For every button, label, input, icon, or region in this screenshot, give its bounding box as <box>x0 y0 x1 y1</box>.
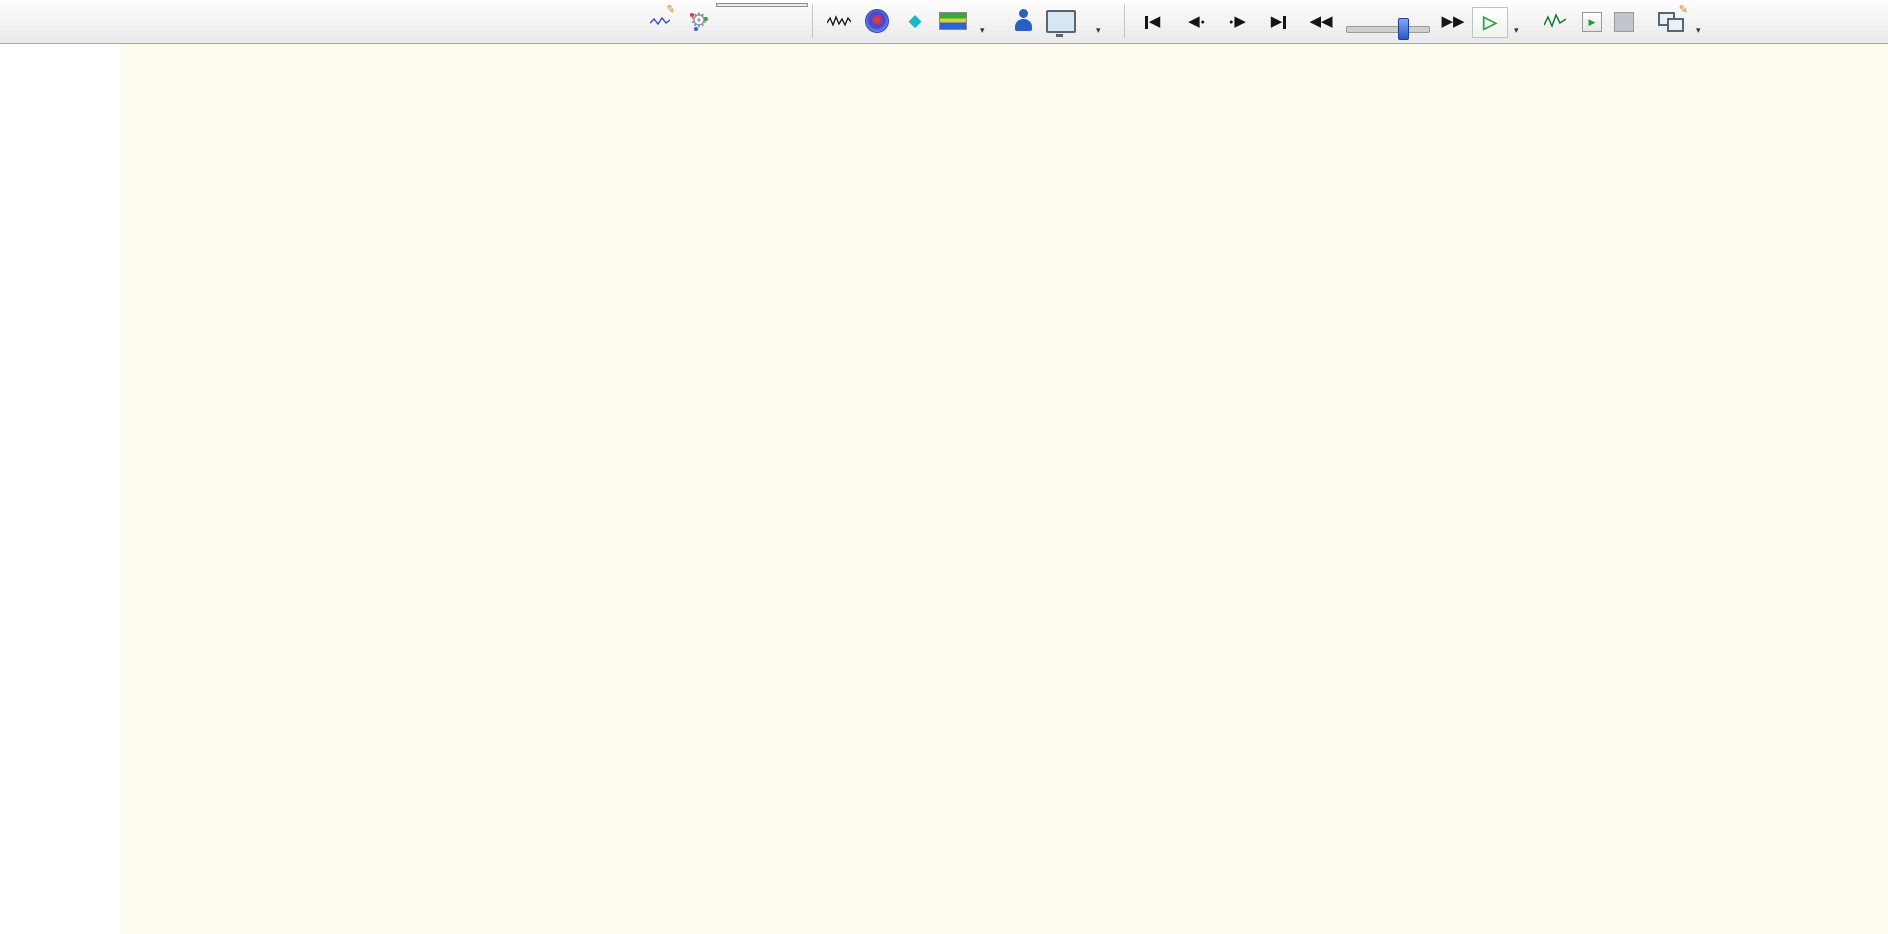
topography-map-button[interactable] <box>862 6 892 36</box>
settings-gear-button[interactable]: ⚙ <box>684 6 714 36</box>
trend-waveform-button[interactable] <box>1540 6 1570 36</box>
step-back-button[interactable]: ◀ ● <box>1180 9 1214 35</box>
right-triangle-icon: ▶ <box>1234 13 1246 30</box>
dot-glyph-icon: ● <box>1229 18 1234 26</box>
play-icon: ▶ <box>1588 16 1596 27</box>
inactive-tool-button[interactable] <box>1614 12 1634 32</box>
jump-start-button[interactable]: ◀ <box>1135 9 1169 35</box>
step-forward-button[interactable]: ● ▶ <box>1220 9 1254 35</box>
chevron-down-icon[interactable]: ▾ <box>1096 25 1101 36</box>
person-icon <box>1013 9 1033 33</box>
spectrogram-view-button[interactable] <box>938 6 968 36</box>
left-triangle-icon: ◀ <box>1188 13 1200 30</box>
trace-mode-button[interactable] <box>824 6 854 36</box>
right-triangle-icon: ▶ <box>1270 13 1283 30</box>
pencil-icon: ✎ <box>664 3 677 17</box>
toolbar-separator <box>1124 4 1125 38</box>
monitor-icon <box>1046 9 1076 37</box>
annotation-filter-button[interactable]: ✎ <box>645 3 676 36</box>
red-dot-icon <box>690 13 694 17</box>
person-head-icon <box>1019 9 1028 18</box>
video-monitor-button[interactable] <box>1046 6 1076 37</box>
toolbar: ✎ ⚙ ◆ ▾ ▾ ◀ ◀ ● ● ▶ ▶ ◀◀ ▶▶ ▷ ▾ ▶ ✎ ▾ <box>0 0 1888 44</box>
fast-forward-icon: ▶▶ <box>1441 13 1465 30</box>
time-display <box>716 3 808 7</box>
bar-glyph-icon <box>1283 15 1287 29</box>
chevron-down-icon[interactable]: ▾ <box>980 25 985 36</box>
screen-icon <box>1667 18 1684 32</box>
left-triangle-icon: ◀ <box>1148 13 1161 30</box>
colorbar-icon <box>939 12 967 30</box>
trace-viewport[interactable] <box>0 43 1888 934</box>
play-button[interactable]: ▷ <box>1472 7 1508 38</box>
slider-groove[interactable] <box>1346 26 1430 33</box>
dsa-view-button[interactable]: ◆ <box>900 6 930 36</box>
fast-forward-button[interactable]: ▶▶ <box>1434 9 1472 35</box>
green-dot-icon <box>704 17 708 21</box>
rewind-button[interactable]: ◀◀ <box>1302 9 1340 35</box>
datetime-display <box>716 2 808 7</box>
monitor-stand-icon <box>1056 33 1063 37</box>
pencil-icon: ✎ <box>1678 4 1688 16</box>
toolbar-separator <box>812 4 813 38</box>
jump-end-button[interactable]: ▶ <box>1262 9 1296 35</box>
wave-glyph-icon <box>650 16 670 26</box>
head-topography-icon <box>865 9 889 33</box>
speed-slider[interactable] <box>1340 2 1436 42</box>
diamond-icon: ◆ <box>908 11 922 30</box>
rewind-icon: ◀◀ <box>1309 13 1333 30</box>
start-review-button[interactable]: ▶ <box>1582 12 1602 32</box>
bar-glyph-icon <box>1144 15 1148 29</box>
green-waveform-icon <box>1544 13 1566 29</box>
chevron-down-icon[interactable]: ▾ <box>1514 25 1519 36</box>
chevron-down-icon[interactable]: ▾ <box>1696 25 1701 36</box>
eeg-trace-canvas[interactable] <box>120 43 420 193</box>
blue-dot-icon <box>694 27 698 31</box>
dot-glyph-icon: ● <box>1200 18 1205 26</box>
eeg-squiggle-icon <box>827 15 851 27</box>
speed-slider-handle[interactable] <box>1398 18 1409 40</box>
remote-monitor-button[interactable]: ✎ <box>1658 4 1688 32</box>
channel-label-column <box>0 43 120 934</box>
person-body-icon <box>1015 19 1032 31</box>
patient-info-button[interactable] <box>1008 6 1038 36</box>
